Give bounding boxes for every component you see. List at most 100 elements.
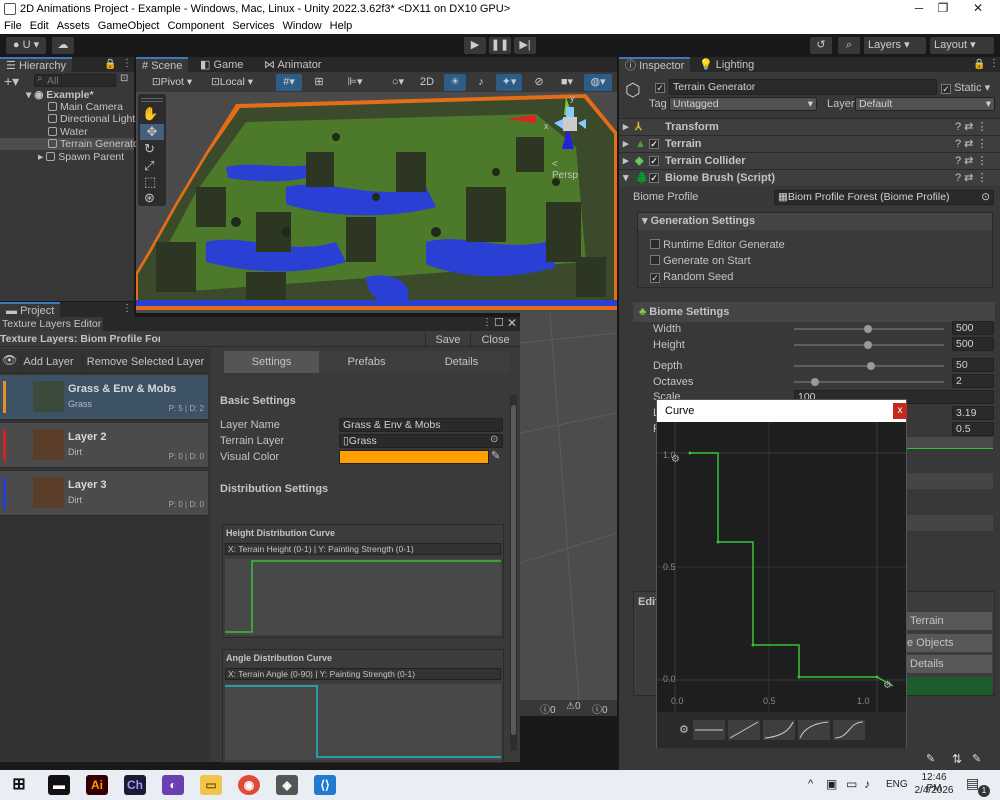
tab-hierarchy[interactable]: ☰ Hierarchy (0, 57, 73, 74)
menu-services[interactable]: Services (228, 19, 278, 33)
param-octaves-knob[interactable] (811, 378, 819, 386)
component-menu-icons[interactable]: ? ⇄ ⋮ (955, 170, 987, 187)
visibility-icon[interactable]: ⊘ (528, 74, 550, 91)
account-button[interactable]: ● U ▾ (6, 37, 46, 54)
lighting-toggle-icon[interactable]: ☀ (444, 74, 466, 91)
effects-icon[interactable]: ✦▾ (496, 74, 522, 91)
component-menu-icons[interactable]: ? ⇄ ⋮ (955, 136, 987, 153)
terrain-enabled-checkbox[interactable]: ✓ (649, 139, 659, 149)
terrain-layer-field[interactable]: ▯Grass (339, 434, 503, 448)
static-toggle[interactable]: ✓ Static ▾ (941, 81, 990, 94)
param-height-knob[interactable] (864, 341, 872, 349)
param-height-input[interactable]: 500 (952, 337, 994, 351)
layout-dropdown[interactable]: Layout ▾ (930, 37, 994, 54)
scale-tool-icon[interactable]: ⤢ (144, 158, 154, 174)
scene-orientation-gizmo[interactable]: x y < Persp (506, 93, 586, 181)
param-width-knob[interactable] (864, 325, 872, 333)
param-depth-knob[interactable] (867, 362, 875, 370)
menu-assets[interactable]: Assets (53, 19, 94, 33)
tray-app-icon[interactable]: ▣ (826, 777, 837, 791)
error-counter[interactable]: ⓘ0 (592, 701, 608, 716)
remove-layer-button[interactable]: Remove Selected Layer (82, 353, 208, 371)
close-panel-icon[interactable]: ✕ (507, 316, 517, 330)
save-button[interactable]: Save (425, 331, 470, 349)
chrome-app-icon[interactable]: ◉ (238, 775, 260, 795)
lock-icon[interactable]: 🔒 (973, 59, 985, 70)
close-button[interactable]: Close (470, 331, 520, 349)
object-name-input[interactable]: Terrain Generator (669, 79, 937, 95)
layer-item-2[interactable]: Layer 2 Dirt P: 0 | D: 0 (0, 423, 208, 468)
search-icon[interactable]: ⌕ (838, 37, 860, 54)
menu-dots-icon[interactable]: ⋮ (989, 58, 999, 69)
generate-objects-button[interactable]: e Objects (906, 634, 992, 652)
object-picker-icon[interactable]: ⊙ (490, 434, 498, 445)
collider-enabled-checkbox[interactable]: ✓ (649, 156, 659, 166)
component-biome-brush[interactable]: ▾ 🌲 ✓ Biome Brush (Script) ? ⇄ ⋮ (619, 169, 1000, 186)
hidden-field-2[interactable] (907, 515, 993, 531)
illustrator-app-icon[interactable]: Ai (86, 775, 108, 795)
curve-window-close-button[interactable]: x (893, 403, 907, 419)
tag-dropdown[interactable]: Untagged ▾ (669, 97, 817, 111)
layer-item-1[interactable]: Grass & Env & Mobs Grass P: 5 | D: 2 (0, 375, 208, 420)
settings-scrollbar[interactable] (510, 395, 517, 751)
presets-settings-icon[interactable]: ⚙ (679, 723, 689, 736)
menu-file[interactable]: File (0, 19, 26, 33)
expand-icon[interactable]: ⊡ (120, 73, 128, 84)
grid-snap-icon[interactable]: #▾ (276, 74, 302, 91)
hierarchy-item-directional-light[interactable]: Directional Light (48, 113, 135, 125)
key-settings-icon[interactable]: ⚙ (671, 454, 680, 465)
tab-inspector[interactable]: ⓘ Inspector (619, 57, 691, 74)
param-width-input[interactable]: 500 (952, 321, 994, 335)
lock-icon[interactable]: 🔒 (104, 59, 116, 70)
generate-on-start-toggle[interactable]: Generate on Start (650, 255, 751, 267)
details-button[interactable]: Details (906, 655, 992, 673)
menu-help[interactable]: Help (326, 19, 357, 33)
param-depth-input[interactable]: 50 (952, 358, 994, 372)
snap-icon[interactable]: ⊞ (308, 74, 330, 91)
hierarchy-item-terrain-generator[interactable]: Terrain Generator (0, 138, 142, 150)
vscode-app-icon[interactable]: ⟨⟩ (314, 775, 336, 795)
maximize-panel-icon[interactable]: ☐ (494, 316, 504, 329)
param-p-input[interactable]: 0.5 (952, 422, 994, 436)
tab-prefabs[interactable]: Prefabs (319, 351, 414, 373)
transform-tool-icon[interactable]: ⊛ (144, 190, 155, 206)
menu-component[interactable]: Component (163, 19, 228, 33)
generation-settings-header[interactable]: ▾ Generation Settings (638, 213, 992, 230)
camera-icon[interactable]: ■▾ (554, 74, 580, 91)
shading-icon[interactable]: ○▾ (386, 74, 410, 91)
close-window-button[interactable]: ✕ (955, 1, 1000, 15)
terminal-app-icon[interactable]: ▬ (48, 775, 70, 795)
hand-tool-icon[interactable]: ✋ (142, 106, 158, 122)
menu-window[interactable]: Window (279, 19, 326, 33)
drag-handle-icon[interactable] (141, 98, 163, 102)
pause-icon[interactable]: ❚❚ (489, 37, 511, 54)
preset-flat-icon[interactable] (693, 720, 725, 740)
param-octaves-input[interactable]: 2 (952, 374, 994, 388)
mode-2d-button[interactable]: 2D (416, 74, 438, 91)
biome-settings-header[interactable]: ♣ Biome Settings (633, 302, 995, 322)
tab-lighting[interactable]: 💡 Lighting (693, 57, 760, 74)
biome-profile-field[interactable]: ▦Biom Profile Forest (Biome Profile) ⊙ (774, 190, 994, 205)
scene-viewport[interactable]: ✋ ✥ ↻ ⤢ ⬚ ⊛ x y < Persp (136, 92, 617, 313)
github-app-icon[interactable]: ◐ (162, 775, 184, 795)
preset-ease-in-icon[interactable] (763, 720, 795, 740)
component-menu-icons[interactable]: ? ⇄ ⋮ (955, 153, 987, 170)
eye-icon[interactable]: 👁 (2, 353, 17, 367)
param-l-input[interactable]: 3.19 (952, 406, 994, 420)
pivot-dropdown[interactable]: ⊡Pivot ▾ (146, 74, 198, 91)
generate-terrain-button[interactable]: Terrain (906, 612, 992, 630)
height-curve-graph[interactable] (225, 559, 501, 635)
curve-editor-graph[interactable]: 1.0 0.5 0.0 0.0 0.5 1.0 ⚙ ⚙ (657, 422, 906, 712)
character-animator-app-icon[interactable]: Ch (124, 775, 146, 795)
hidden-field-1[interactable] (907, 473, 993, 489)
layer-name-input[interactable]: Grass & Env & Mobs (339, 418, 503, 432)
tab-settings[interactable]: Settings (224, 351, 319, 373)
layer-item-3[interactable]: Layer 3 Dirt P: 0 | D: 0 (0, 471, 208, 516)
runtime-editor-generate-toggle[interactable]: Runtime Editor Generate (650, 239, 785, 251)
hierarchy-item-spawn-parent[interactable]: ▸ Spawn Parent (38, 151, 124, 163)
local-dropdown[interactable]: ⊡Local ▾ (204, 74, 260, 91)
key-settings-icon[interactable]: ⚙ (883, 680, 892, 691)
network-icon[interactable]: ▭ (846, 777, 857, 791)
cloud-icon[interactable]: ☁ (52, 37, 74, 54)
bottom-tool-icon-2[interactable]: ✎ (972, 752, 981, 765)
